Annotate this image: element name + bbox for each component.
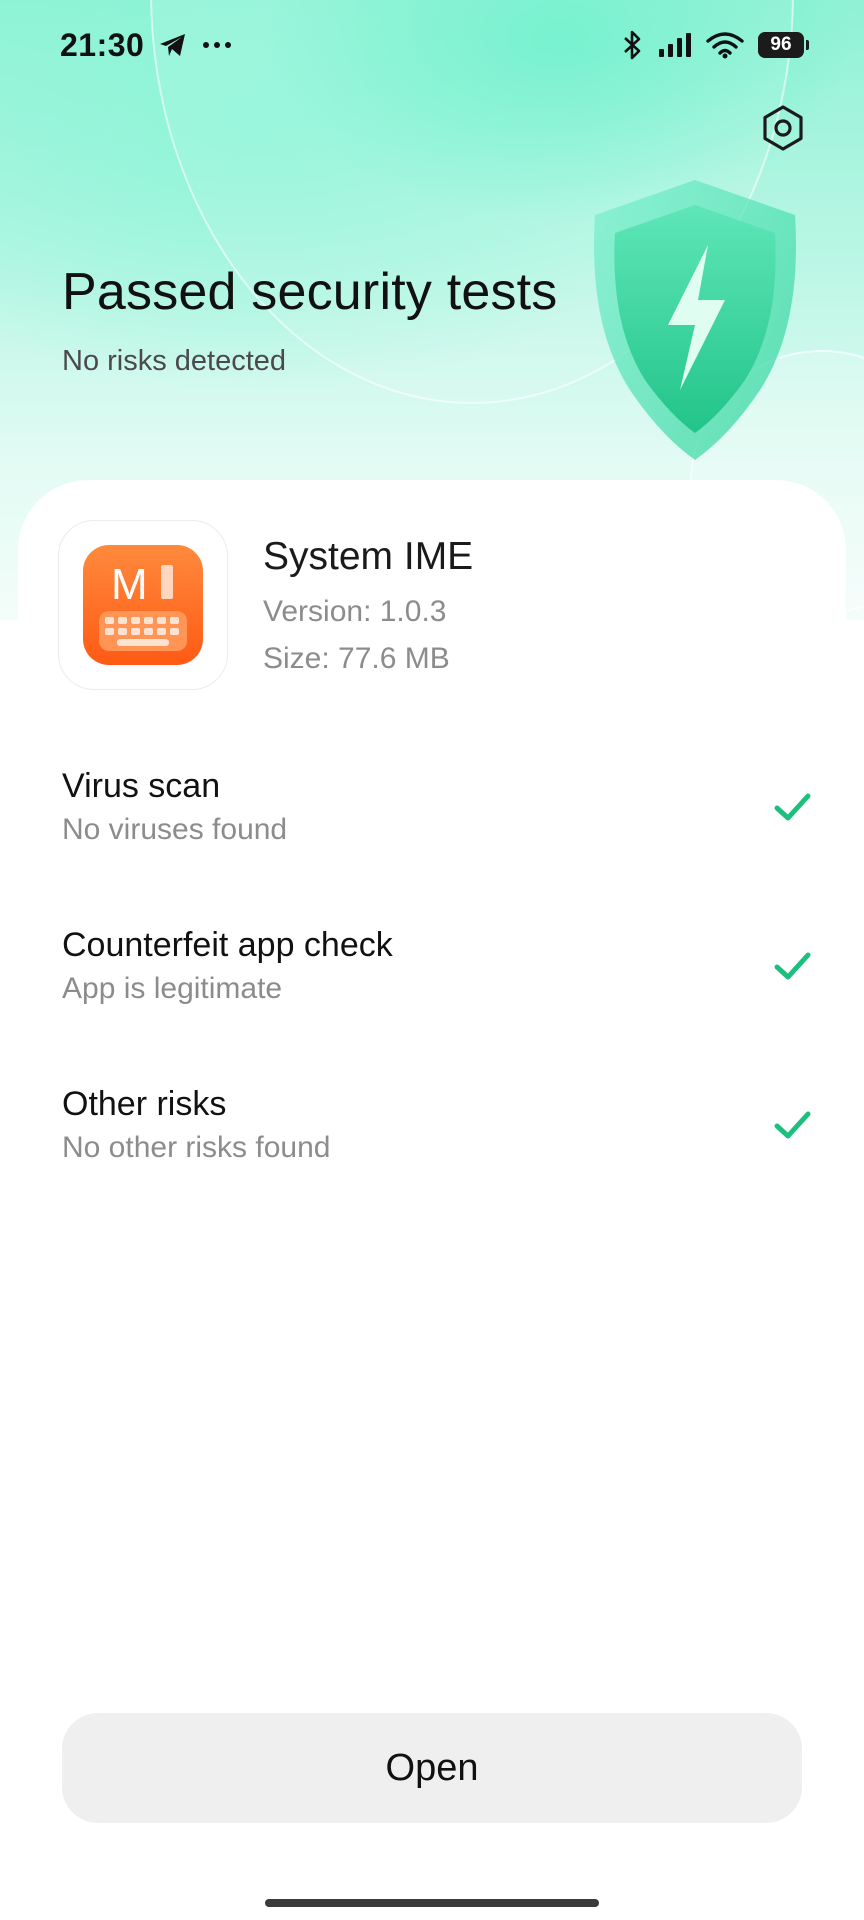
checkmark-icon bbox=[774, 952, 811, 980]
details-card bbox=[18, 480, 846, 1920]
check-row-virus-scan: Virus scan No viruses found bbox=[62, 767, 812, 867]
page-title: Passed security tests bbox=[62, 263, 558, 321]
app-name: System IME bbox=[263, 535, 474, 578]
check-subtitle: No other risks found bbox=[62, 1131, 331, 1164]
page-subtitle: No risks detected bbox=[62, 345, 287, 377]
bluetooth-icon bbox=[624, 30, 641, 60]
keyboard-app-icon: M bbox=[83, 545, 203, 665]
check-subtitle: No viruses found bbox=[62, 813, 288, 846]
check-row-counterfeit-app: Counterfeit app check App is legitimate bbox=[62, 926, 812, 1026]
settings-button[interactable] bbox=[755, 100, 811, 156]
checkmark-icon bbox=[774, 793, 811, 821]
open-button[interactable]: Open bbox=[62, 1713, 802, 1823]
check-title: Virus scan bbox=[62, 767, 221, 805]
signal-icon bbox=[659, 33, 691, 57]
app-version: Version: 1.0.3 bbox=[263, 595, 447, 628]
status-bar: 21:30 96 bbox=[0, 0, 864, 90]
wifi-icon bbox=[706, 32, 744, 59]
checkmark-icon bbox=[774, 1111, 811, 1139]
status-time: 21:30 bbox=[60, 26, 145, 63]
home-indicator[interactable] bbox=[265, 1899, 599, 1907]
check-subtitle: App is legitimate bbox=[62, 972, 283, 1005]
check-title: Other risks bbox=[62, 1085, 227, 1123]
more-dots-icon bbox=[203, 42, 232, 48]
battery-icon: 96 bbox=[758, 32, 809, 58]
check-row-other-risks: Other risks No other risks found bbox=[62, 1085, 812, 1185]
shield-icon bbox=[594, 180, 796, 460]
app-size: Size: 77.6 MB bbox=[263, 642, 450, 675]
app-icon: M bbox=[58, 520, 228, 690]
check-title: Counterfeit app check bbox=[62, 926, 393, 964]
battery-level: 96 bbox=[770, 34, 792, 55]
telegram-icon bbox=[160, 34, 186, 56]
settings-icon bbox=[763, 105, 803, 151]
app-icon-letter: M bbox=[111, 560, 148, 609]
